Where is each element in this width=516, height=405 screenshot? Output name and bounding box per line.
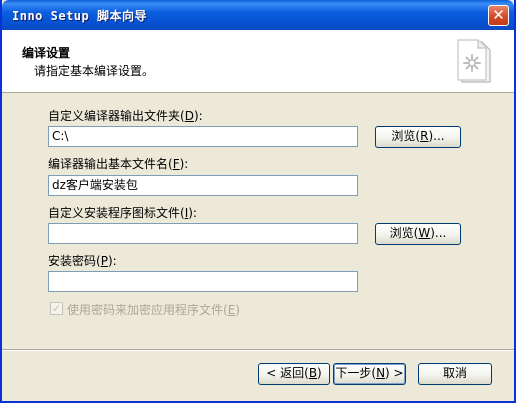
- password-label: 安装密码(P):: [48, 254, 117, 268]
- next-button[interactable]: 下一步(N) >: [333, 363, 406, 385]
- title-bar[interactable]: Inno Setup 脚本向导 ✕: [2, 0, 514, 30]
- browse-setup-icon-button[interactable]: 浏览(W)...: [375, 223, 461, 245]
- encrypt-files-label: 使用密码来加密应用程序文件(E): [67, 303, 240, 317]
- cancel-button[interactable]: 取消: [418, 363, 492, 385]
- output-basename-label: 编译器输出基本文件名(F):: [48, 157, 189, 171]
- wizard-window: Inno Setup 脚本向导 ✕ 编译设置 请指定基本编译设置。 自定义编译器…: [0, 0, 516, 403]
- encrypt-files-checkbox: ✓: [50, 302, 63, 315]
- output-folder-label: 自定义编译器输出文件夹(D):: [48, 109, 203, 123]
- footer-separator: [2, 349, 514, 351]
- setup-icon-label: 自定义安装程序图标文件(I):: [48, 206, 197, 220]
- setup-icon-input[interactable]: [48, 223, 358, 244]
- output-basename-input[interactable]: dz客户端安装包: [48, 175, 358, 196]
- window-title: Inno Setup 脚本向导: [12, 9, 147, 23]
- back-button[interactable]: < 返回(B): [258, 363, 330, 385]
- document-gear-icon: [457, 39, 491, 83]
- close-button[interactable]: ✕: [488, 5, 509, 26]
- page-title: 编译设置: [22, 46, 71, 60]
- wizard-header: 编译设置 请指定基本编译设置。: [2, 30, 514, 93]
- browse-output-folder-button[interactable]: 浏览(R)...: [375, 126, 461, 148]
- page-subtitle: 请指定基本编译设置。: [34, 64, 155, 78]
- password-input[interactable]: [48, 271, 358, 292]
- output-folder-input[interactable]: C:\: [48, 126, 358, 147]
